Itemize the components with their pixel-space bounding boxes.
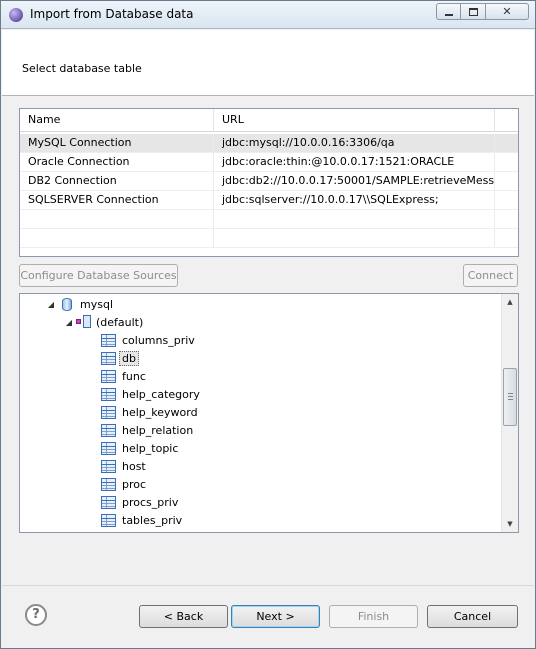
cancel-button[interactable]: Cancel xyxy=(427,605,518,628)
back-button[interactable]: < Back xyxy=(139,605,228,628)
connection-name: DB2 Connection xyxy=(20,172,214,190)
next-button[interactable]: Next > xyxy=(231,605,320,628)
wizard-banner: Select database table xyxy=(2,30,534,96)
row-filler xyxy=(495,172,518,190)
tree-node-table[interactable]: db xyxy=(101,349,139,367)
connection-url: jdbc:sqlserver://10.0.0.17\\SQLExpress; xyxy=(214,191,495,209)
banner-message: Select database table xyxy=(22,62,142,75)
row-filler xyxy=(495,191,518,209)
column-header-filler xyxy=(495,109,518,132)
table-icon xyxy=(101,513,116,527)
table-label: help_topic xyxy=(122,441,179,455)
tree-node-database[interactable]: ◢ mysql xyxy=(46,295,113,313)
tree-node-table[interactable]: proc xyxy=(101,475,146,493)
table-icon xyxy=(101,405,116,419)
table-label: procs_priv xyxy=(122,495,179,509)
minimize-button[interactable] xyxy=(436,3,461,20)
column-header-url[interactable]: URL xyxy=(214,109,495,132)
connection-name: MySQL Connection xyxy=(20,134,214,152)
database-label: mysql xyxy=(80,297,113,311)
tree-node-table[interactable]: help_category xyxy=(101,385,200,403)
connection-url: jdbc:oracle:thin:@10.0.0.17:1521:ORACLE xyxy=(214,153,495,171)
table-label: help_category xyxy=(122,387,200,401)
maximize-button[interactable] xyxy=(461,3,486,20)
window-title: Import from Database data xyxy=(30,7,194,21)
connection-url: jdbc:db2://10.0.0.17:50001/SAMPLE:retrie… xyxy=(214,172,495,190)
import-dialog: Import from Database data ✕ Select datab… xyxy=(0,0,536,649)
schema-icon xyxy=(76,315,92,329)
empty-cell xyxy=(214,229,495,247)
connection-name: Oracle Connection xyxy=(20,153,214,171)
table-icon xyxy=(101,459,116,473)
table-label: db xyxy=(119,350,139,366)
table-label: tables_priv xyxy=(122,513,183,527)
table-label: help_relation xyxy=(122,423,194,437)
scroll-down-arrow-icon[interactable]: ▼ xyxy=(502,516,518,532)
empty-cell xyxy=(20,229,214,247)
footer-separator xyxy=(2,585,534,586)
tree-node-table[interactable]: func xyxy=(101,367,146,385)
connections-table: Name URL MySQL Connection jdbc:mysql://1… xyxy=(19,108,519,257)
table-icon xyxy=(101,333,116,347)
tree-node-table[interactable]: help_keyword xyxy=(101,403,198,421)
table-icon xyxy=(101,423,116,437)
close-icon: ✕ xyxy=(502,5,512,18)
tree-node-table[interactable]: tables_priv xyxy=(101,511,182,529)
empty-cell xyxy=(20,210,214,228)
table-icon xyxy=(101,369,116,383)
connect-button[interactable]: Connect xyxy=(463,264,518,287)
table-row[interactable]: DB2 Connection jdbc:db2://10.0.0.17:5000… xyxy=(20,172,518,191)
window-controls: ✕ xyxy=(436,3,529,20)
table-icon xyxy=(101,387,116,401)
minimize-icon xyxy=(444,13,453,16)
tree-node-table[interactable]: host xyxy=(101,457,146,475)
table-icon xyxy=(101,441,116,455)
close-button[interactable]: ✕ xyxy=(486,3,529,20)
table-label: columns_priv xyxy=(122,333,195,347)
scrollbar-thumb[interactable] xyxy=(503,368,517,426)
table-row[interactable]: Oracle Connection jdbc:oracle:thin:@10.0… xyxy=(20,153,518,172)
tree-node-schema[interactable]: ◢ (default) xyxy=(64,313,143,331)
table-header: Name URL xyxy=(20,109,518,132)
database-icon xyxy=(62,297,72,311)
table-label: host xyxy=(122,459,146,473)
scroll-up-arrow-icon[interactable]: ▲ xyxy=(502,294,518,310)
maximize-icon xyxy=(468,7,478,16)
empty-table-row xyxy=(20,229,518,248)
help-icon[interactable]: ? xyxy=(25,604,47,626)
tree-node-table[interactable]: columns_priv xyxy=(101,331,195,349)
collapse-arrow-icon[interactable]: ◢ xyxy=(46,300,56,309)
table-row[interactable]: SQLSERVER Connection jdbc:sqlserver://10… xyxy=(20,191,518,210)
empty-table-row xyxy=(20,210,518,229)
table-label: func xyxy=(122,369,146,383)
table-label: help_keyword xyxy=(122,405,198,419)
table-label: proc xyxy=(122,477,147,491)
schema-label: (default) xyxy=(96,315,144,329)
row-filler xyxy=(495,134,518,152)
row-filler xyxy=(495,153,518,171)
connection-name: SQLSERVER Connection xyxy=(20,191,214,209)
tree-node-table[interactable]: help_relation xyxy=(101,421,193,439)
finish-button[interactable]: Finish xyxy=(329,605,418,628)
column-header-name[interactable]: Name xyxy=(20,109,214,132)
tree-vertical-scrollbar[interactable]: ▲ ▼ xyxy=(501,294,518,532)
table-icon xyxy=(101,351,116,365)
eclipse-icon xyxy=(9,8,23,22)
tree-node-table[interactable]: procs_priv xyxy=(101,493,178,511)
empty-cell xyxy=(214,210,495,228)
collapse-arrow-icon[interactable]: ◢ xyxy=(64,318,74,327)
connection-url: jdbc:mysql://10.0.0.16:3306/qa xyxy=(214,134,495,152)
title-bar[interactable]: Import from Database data ✕ xyxy=(1,1,535,29)
table-tree: ◢ mysql ◢ (default) columns_priv db func… xyxy=(19,293,519,533)
table-row[interactable]: MySQL Connection jdbc:mysql://10.0.0.16:… xyxy=(20,134,518,153)
table-icon xyxy=(101,477,116,491)
table-icon xyxy=(101,495,116,509)
tree-node-table[interactable]: help_topic xyxy=(101,439,178,457)
configure-database-sources-button[interactable]: Configure Database Sources xyxy=(19,264,178,287)
